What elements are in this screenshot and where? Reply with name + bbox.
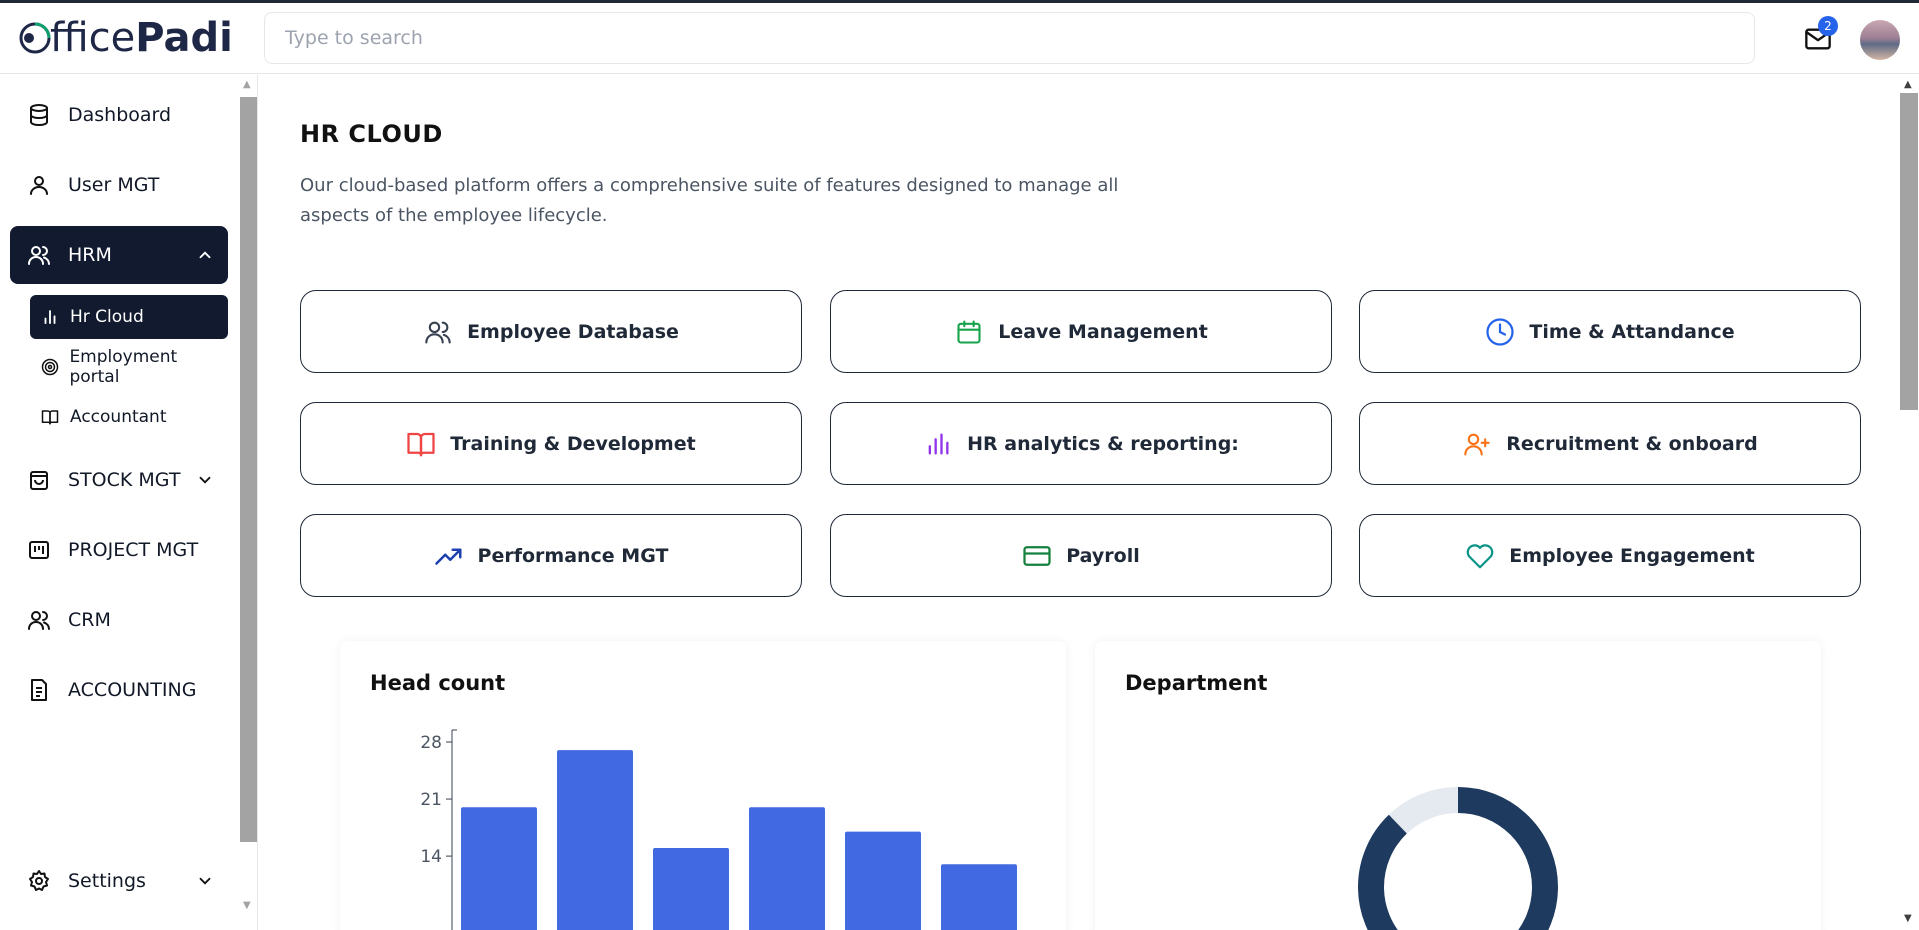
brand-name: fficePadi	[50, 15, 233, 61]
card-label: Leave Management	[998, 320, 1208, 343]
headcount-bar[interactable]	[845, 831, 921, 930]
card-employee-database[interactable]: Employee Database	[300, 290, 802, 373]
main-scrollbar-thumb[interactable]	[1900, 93, 1918, 410]
shopping-bag-icon	[26, 467, 52, 493]
sidebar-item-hrm[interactable]: HRM	[10, 226, 228, 284]
card-payroll[interactable]: Payroll	[830, 514, 1332, 597]
user-plus-icon	[1462, 429, 1492, 459]
sidebar-subitem-label: Employment portal	[69, 347, 178, 387]
card-label: Payroll	[1066, 544, 1140, 567]
sidebar-subitem-hr-cloud[interactable]: Hr Cloud	[30, 295, 228, 339]
trending-up-icon	[434, 541, 464, 571]
sidebar-scrollbar[interactable]: ▲ ▼	[240, 75, 257, 930]
chevron-down-icon	[199, 476, 211, 484]
headcount-bar[interactable]	[653, 847, 729, 930]
sidebar-item-settings[interactable]: Settings	[10, 852, 228, 910]
card-hr-analytics[interactable]: HR analytics & reporting:	[830, 402, 1332, 485]
sidebar-item-label: HRM	[68, 244, 112, 266]
y-tick-label: 21	[420, 790, 442, 810]
user-avatar[interactable]	[1860, 20, 1900, 60]
headcount-bar[interactable]	[557, 750, 633, 930]
chevron-up-icon	[199, 251, 211, 259]
sidebar-item-label: STOCK MGT	[68, 469, 181, 491]
sidebar-subitem-label: Hr Cloud	[70, 307, 144, 327]
headcount-bar[interactable]	[749, 807, 825, 930]
notification-badge: 2	[1818, 16, 1838, 36]
bar-chart-icon	[40, 307, 60, 327]
card-employee-engagement[interactable]: Employee Engagement	[1359, 514, 1861, 597]
heart-icon	[1465, 541, 1495, 571]
brand-logo[interactable]: fficePadi	[18, 13, 233, 63]
headcount-bar[interactable]	[941, 864, 1017, 930]
sidebar: Dashboard User MGT HRM Hr Cloud Employme…	[0, 75, 258, 930]
card-label: Training & Developmet	[450, 432, 696, 455]
scroll-up-arrow-icon[interactable]: ▲	[1904, 79, 1912, 90]
card-label: Recruitment & onboard	[1506, 432, 1758, 455]
department-panel: Department	[1095, 641, 1821, 930]
sidebar-scrollbar-thumb[interactable]	[240, 97, 257, 842]
sidebar-item-label: User MGT	[68, 174, 160, 196]
sidebar-item-label: ACCOUNTING	[68, 679, 197, 701]
search-input[interactable]	[264, 12, 1755, 64]
card-label: Employee Database	[467, 320, 679, 343]
page-title: HR CLOUD	[300, 120, 443, 148]
gear-icon	[26, 868, 52, 894]
scroll-down-arrow-icon[interactable]: ▼	[1904, 913, 1912, 924]
sidebar-item-label: Settings	[68, 870, 146, 892]
credit-card-icon	[1022, 541, 1052, 571]
card-label: Employee Engagement	[1509, 544, 1755, 567]
sidebar-item-crm[interactable]: CRM	[10, 591, 228, 649]
users-icon	[423, 317, 453, 347]
card-performance-mgt[interactable]: Performance MGT	[300, 514, 802, 597]
headcount-panel: Head count 28 21 14	[340, 641, 1066, 930]
document-icon	[26, 677, 52, 703]
scroll-down-arrow-icon[interactable]: ▼	[243, 900, 251, 911]
sidebar-subitem-label: Accountant	[70, 407, 167, 427]
y-tick-label: 14	[420, 847, 442, 867]
sidebar-item-label: Dashboard	[68, 104, 172, 126]
sidebar-subitem-accountant[interactable]: Accountant	[30, 395, 228, 439]
clock-icon	[1485, 317, 1515, 347]
card-recruitment-onboard[interactable]: Recruitment & onboard	[1359, 402, 1861, 485]
department-donut-chart	[1358, 787, 1558, 930]
user-icon	[26, 172, 52, 198]
project-board-icon	[26, 537, 52, 563]
chevron-down-icon	[199, 877, 211, 885]
book-icon	[406, 429, 436, 459]
brand-name-padi: Padi	[135, 15, 233, 61]
brand-name-office: ffice	[50, 15, 136, 61]
sidebar-item-label: CRM	[68, 609, 111, 631]
scroll-up-arrow-icon[interactable]: ▲	[243, 79, 251, 90]
headcount-bar[interactable]	[461, 807, 537, 930]
calendar-icon	[954, 317, 984, 347]
card-training-development[interactable]: Training & Developmet	[300, 402, 802, 485]
users-icon	[26, 242, 52, 268]
top-header: fficePadi 2	[0, 3, 1919, 74]
sidebar-item-project-mgt[interactable]: PROJECT MGT	[10, 521, 228, 579]
logo-mark-icon	[19, 22, 51, 54]
sidebar-subitem-employment-portal[interactable]: Employment portal	[30, 345, 228, 389]
sidebar-item-accounting[interactable]: ACCOUNTING	[10, 661, 228, 719]
card-leave-management[interactable]: Leave Management	[830, 290, 1332, 373]
card-label: Time & Attandance	[1529, 320, 1735, 343]
card-label: Performance MGT	[477, 544, 669, 567]
sidebar-item-dashboard[interactable]: Dashboard	[10, 86, 228, 144]
sidebar-item-stock-mgt[interactable]: STOCK MGT	[10, 451, 228, 509]
main-scrollbar[interactable]: ▲ ▼	[1899, 75, 1919, 930]
bar-chart-icon	[923, 429, 953, 459]
main-content: HR CLOUD Our cloud-based platform offers…	[259, 75, 1899, 930]
page-description: Our cloud-based platform offers a compre…	[300, 175, 1119, 226]
y-tick-label: 28	[420, 733, 442, 753]
sidebar-item-label: PROJECT MGT	[68, 539, 199, 561]
card-label: HR analytics & reporting:	[967, 432, 1239, 455]
book-open-icon	[40, 407, 60, 427]
sidebar-item-user-mgt[interactable]: User MGT	[10, 156, 228, 214]
headcount-chart: 28 21 14	[420, 729, 1017, 930]
card-time-attendance[interactable]: Time & Attandance	[1359, 290, 1861, 373]
database-icon	[26, 102, 52, 128]
target-icon	[40, 357, 59, 377]
users-icon	[26, 607, 52, 633]
